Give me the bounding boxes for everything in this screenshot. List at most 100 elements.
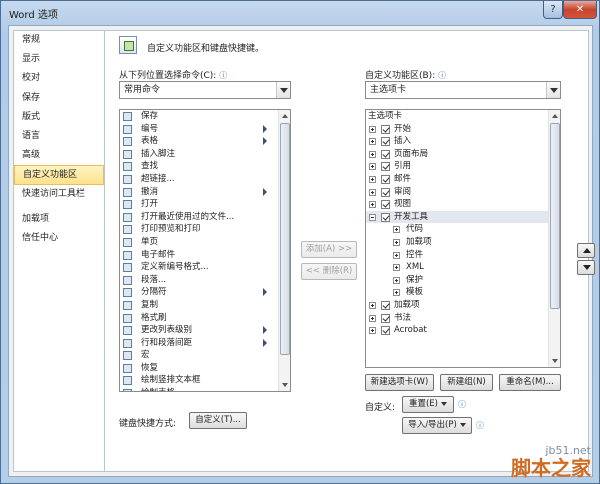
ribbon-tab-item[interactable]: 代码 [366,223,560,236]
expand-icon[interactable] [369,201,376,209]
chevron-down-icon[interactable] [276,82,290,98]
command-item[interactable]: 打印预览和打印 [120,223,290,236]
expand-icon[interactable] [369,150,376,158]
checkbox-icon[interactable] [381,300,390,310]
ribbon-tab-item[interactable]: 插入 [366,135,560,148]
command-item[interactable]: 分隔符 [120,286,290,299]
ribbon-tab-item[interactable]: 加载项 [366,299,560,312]
expand-icon[interactable] [369,301,376,309]
ribbon-tab-item[interactable]: 书法 [366,312,560,325]
reset-button[interactable]: 重置(E) [402,396,454,413]
checkbox-icon[interactable] [381,326,390,336]
nav-item[interactable]: 高级 [14,146,104,165]
command-item[interactable]: 定义新编号格式... [120,261,290,274]
new-group-button[interactable]: 新建组(N) [440,374,493,391]
command-item[interactable]: 宏 [120,349,290,362]
expand-icon[interactable] [369,138,376,146]
ribbon-tab-item[interactable]: 模板 [366,286,560,299]
close-button[interactable]: ✕ [563,1,597,19]
command-item[interactable]: 打开最近使用过的文件... [120,211,290,224]
expand-icon[interactable] [369,188,376,196]
nav-item[interactable]: 显示 [14,50,104,69]
command-item[interactable]: 绘制表格 [120,387,290,391]
collapse-icon[interactable] [369,213,376,221]
ribbon-tab-item[interactable]: Acrobat [366,324,560,337]
expand-icon[interactable] [393,226,400,234]
new-tab-button[interactable]: 新建选项卡(W) [365,374,434,391]
scroll-thumb[interactable] [280,123,290,355]
checkbox-icon[interactable] [381,137,390,147]
command-item[interactable]: 插入脚注 [120,148,290,161]
rename-button[interactable]: 重命名(M)... [499,374,561,391]
expand-icon[interactable] [393,276,400,284]
command-item[interactable]: 行和段落间距 [120,337,290,350]
keyboard-customize-button[interactable]: 自定义(T)... [189,412,247,429]
ribbon-tab-item[interactable]: 引用 [366,160,560,173]
expand-icon[interactable] [369,175,376,183]
expand-icon[interactable] [393,289,400,297]
nav-item[interactable]: 信任中心 [14,229,104,248]
scroll-up-icon[interactable] [549,110,560,122]
ribbon-tab-item[interactable]: 邮件 [366,173,560,186]
command-item[interactable]: 表格 [120,135,290,148]
ribbon-tab-item[interactable]: 控件 [366,249,560,262]
ribbon-tabs-combo[interactable]: 主选项卡 [365,81,561,99]
checkbox-icon[interactable] [381,200,390,210]
ribbon-tab-item[interactable]: 保护 [366,274,560,287]
checkbox-icon[interactable] [381,149,390,159]
ribbon-tree[interactable]: 主选项卡 开始 插入 页面布局 引用 邮件 审阅 视图 开发工具 代码 加载项 控件 XML 保护 模板加… [365,109,561,368]
command-item[interactable]: 复制 [120,299,290,312]
ribbon-tab-item[interactable]: 视图 [366,198,560,211]
ribbon-tree-scrollbar[interactable] [548,110,560,367]
ribbon-tab-item[interactable]: 开发工具 [366,210,560,224]
command-item[interactable]: 保存 [120,110,290,123]
command-item[interactable]: 电子邮件 [120,249,290,262]
ribbon-tab-item[interactable]: 开始 [366,123,560,136]
scroll-up-icon[interactable] [279,110,290,122]
expand-icon[interactable] [393,238,400,246]
command-item[interactable]: 更改列表级别 [120,324,290,337]
ribbon-tab-item[interactable]: XML [366,261,560,274]
scroll-down-icon[interactable] [549,355,560,367]
help-button[interactable]: ? [543,1,563,19]
checkbox-icon[interactable] [381,124,390,134]
import-export-button[interactable]: 导入/导出(P) [402,417,472,434]
remove-button[interactable]: << 删除(R) [301,263,357,280]
scroll-thumb[interactable] [550,123,560,309]
ribbon-tab-item[interactable]: 审阅 [366,186,560,199]
expand-icon[interactable] [369,163,376,171]
command-item[interactable]: 恢复 [120,362,290,375]
command-list-scrollbar[interactable] [278,110,290,391]
move-down-button[interactable] [577,260,595,275]
command-list[interactable]: 保存 编号 表格 插入脚注 查找 超链接... 撤消 打开 打开最近使用过的文件... 打印预览和… [119,109,291,392]
nav-item[interactable]: 快速访问工具栏 [14,185,104,204]
ribbon-tab-item[interactable]: 页面布局 [366,148,560,161]
ribbon-tab-item[interactable]: 加载项 [366,236,560,249]
move-up-button[interactable] [577,243,595,258]
checkbox-icon[interactable] [381,212,390,222]
command-item[interactable]: 查找 [120,160,290,173]
checkbox-icon[interactable] [381,162,390,172]
checkbox-icon[interactable] [381,313,390,323]
command-item[interactable]: 编号 [120,123,290,136]
command-item[interactable]: 绘制竖排文本框 [120,374,290,387]
nav-item[interactable]: 加载项 [14,210,104,229]
chevron-down-icon[interactable] [546,82,560,98]
expand-icon[interactable] [369,125,376,133]
expand-icon[interactable] [393,264,400,272]
nav-item[interactable]: 常规 [14,31,104,50]
expand-icon[interactable] [369,314,376,322]
nav-item[interactable]: 版式 [14,108,104,127]
command-item[interactable]: 段落... [120,274,290,287]
nav-item[interactable]: 语言 [14,127,104,146]
add-button[interactable]: 添加(A) >> [301,241,357,258]
choose-commands-combo[interactable]: 常用命令 [119,81,291,99]
expand-icon[interactable] [393,251,400,259]
title-bar[interactable]: Word 选项 ? ✕ [1,1,599,25]
scroll-down-icon[interactable] [279,379,290,391]
command-item[interactable]: 撤消 [120,186,290,199]
expand-icon[interactable] [369,327,376,335]
nav-item[interactable]: 保存 [14,89,104,108]
nav-item[interactable]: 校对 [14,69,104,88]
checkbox-icon[interactable] [381,174,390,184]
